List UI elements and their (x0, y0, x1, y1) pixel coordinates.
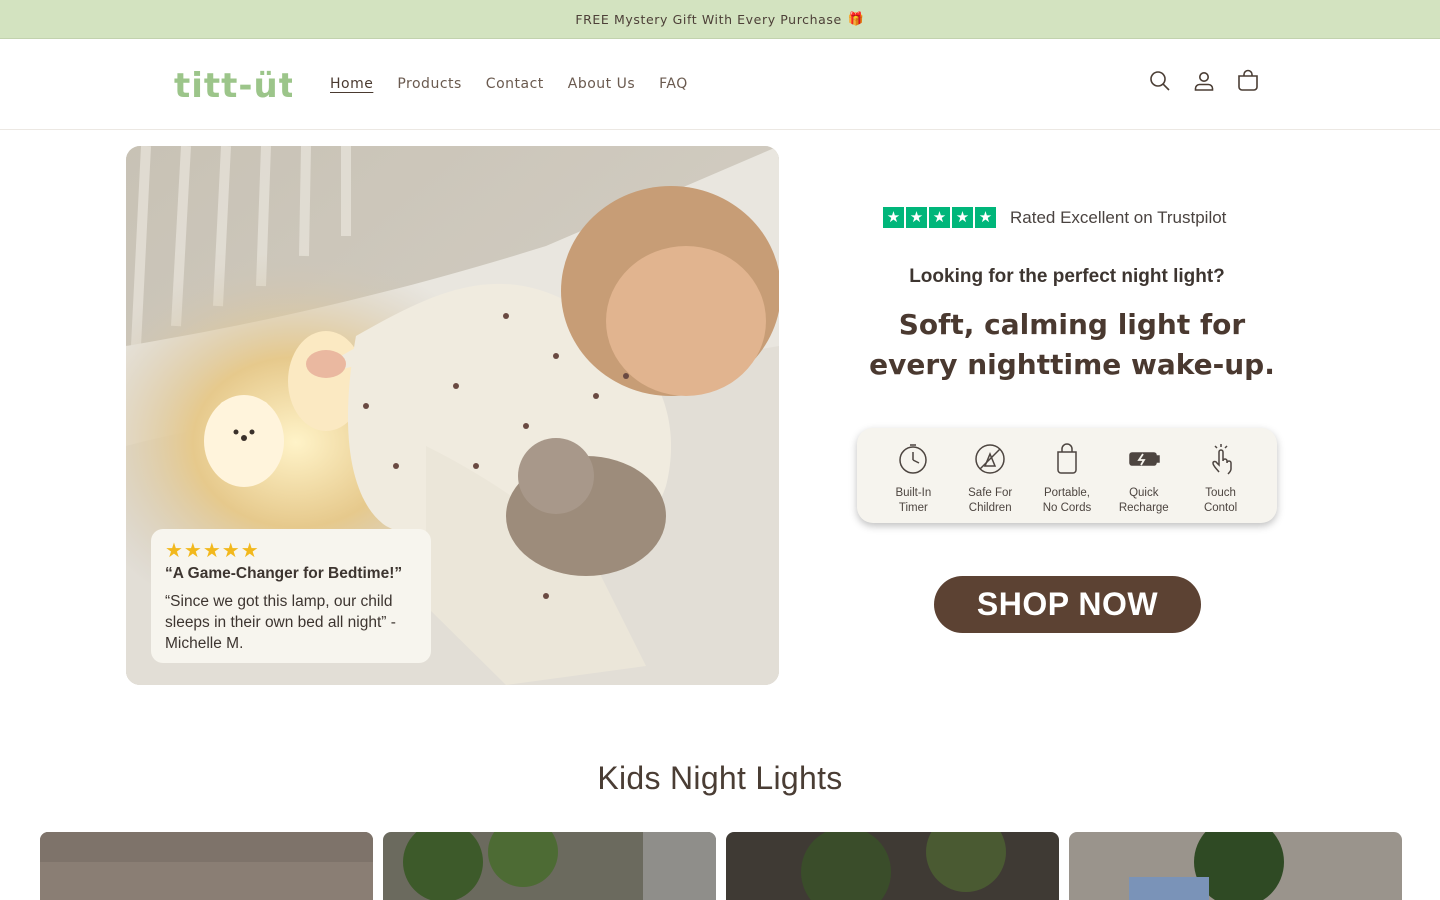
feature-timer: Built-In Timer (877, 442, 949, 523)
feature-label: Safe For Children (968, 487, 1013, 514)
product-card[interactable] (383, 832, 716, 900)
gift-icon: 🎁 (847, 11, 865, 27)
product-image (383, 832, 716, 900)
review-stars: ★★★★★ (165, 540, 260, 562)
hero-lead: Looking for the perfect night light? (909, 266, 1225, 287)
nav-faq[interactable]: FAQ (647, 73, 700, 95)
timer-icon (896, 442, 930, 476)
trustpilot-rating: ★ ★ ★ ★ ★ Rated Excellent on Trustpilot (883, 207, 1226, 228)
logo[interactable]: titt-üt (172, 65, 295, 106)
feature-label: Touch Contol (1203, 487, 1238, 514)
main-nav: Home Products Contact About Us FAQ (318, 73, 700, 95)
nav-about-us[interactable]: About Us (556, 73, 647, 95)
product-card[interactable] (40, 832, 373, 900)
safe-children-icon (973, 442, 1007, 476)
star-icon: ★ (929, 207, 950, 228)
product-grid (40, 832, 1402, 900)
feature-touch: Touch Contol (1185, 442, 1257, 523)
star-icon: ★ (906, 207, 927, 228)
header-icons (1148, 69, 1260, 93)
feature-portable: Portable, No Cords (1031, 442, 1103, 523)
product-card[interactable] (1069, 832, 1402, 900)
account-icon[interactable] (1192, 69, 1216, 93)
touch-icon (1204, 442, 1238, 476)
feature-recharge: Quick Recharge (1108, 442, 1180, 523)
feature-label: Quick Recharge (1118, 487, 1169, 514)
star-icon: ★ (975, 207, 996, 228)
collection-title: Kids Night Lights (597, 760, 843, 796)
portable-icon (1050, 442, 1084, 476)
trustpilot-stars: ★ ★ ★ ★ ★ (883, 207, 996, 228)
hero-headline: Soft, calming light for every nighttime … (869, 308, 1275, 381)
announcement-text: FREE Mystery Gift With Every Purchase (575, 11, 842, 27)
product-card[interactable] (726, 832, 1059, 900)
logo-text: titt-üt (174, 66, 292, 105)
review-title: “A Game-Changer for Bedtime!” (165, 565, 403, 582)
product-image (1069, 832, 1402, 900)
feature-label: Built-In Timer (895, 487, 932, 514)
star-icon: ★ (952, 207, 973, 228)
shop-now-button[interactable]: SHOP NOW (934, 576, 1201, 633)
review-card: ★★★★★ “A Game-Changer for Bedtime!” “Sin… (151, 529, 431, 663)
battery-icon (1127, 442, 1161, 476)
star-icon: ★ (883, 207, 904, 228)
product-image (726, 832, 1059, 900)
feature-strip: Built-In Timer Safe For Children Portabl… (857, 428, 1277, 523)
feature-label: Portable, No Cords (1042, 487, 1092, 514)
trustpilot-text: Rated Excellent on Trustpilot (1010, 207, 1227, 227)
nav-products[interactable]: Products (385, 73, 473, 95)
nav-home[interactable]: Home (318, 73, 385, 95)
announcement-bar: FREE Mystery Gift With Every Purchase 🎁 (0, 0, 1440, 39)
product-image (40, 832, 373, 900)
search-icon[interactable] (1148, 69, 1172, 93)
nav-contact[interactable]: Contact (474, 73, 556, 95)
review-body: “Since we got this lamp, our child sleep… (165, 593, 396, 652)
cart-icon[interactable] (1236, 69, 1260, 93)
logo-mark: titt-üt (174, 66, 295, 106)
feature-safe: Safe For Children (954, 442, 1026, 523)
site-header: titt-üt Home Products Contact About Us F… (0, 39, 1440, 130)
